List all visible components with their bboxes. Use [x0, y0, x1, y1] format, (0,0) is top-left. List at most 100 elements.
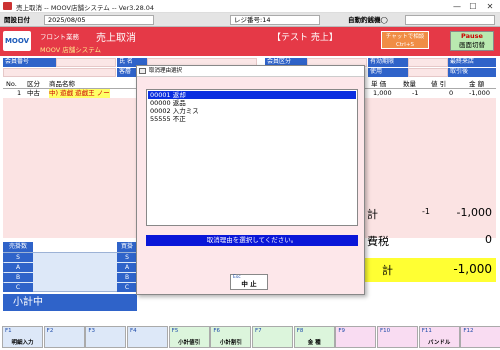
- function-key-f7[interactable]: F7: [252, 326, 294, 348]
- row-price: 1,000: [373, 89, 392, 97]
- reason-option[interactable]: 55555 不正: [148, 115, 356, 123]
- system-name: MOOV 店舗システム: [40, 46, 102, 54]
- row-discount: 0: [449, 89, 454, 97]
- function-key-f8[interactable]: F8 金 種: [293, 326, 335, 348]
- col-amount: 金 額: [469, 80, 485, 88]
- reason-code: 00001: [150, 91, 171, 99]
- subtotal-amount: -1,000: [456, 206, 492, 219]
- valid-until-field: [408, 58, 448, 67]
- reason-option[interactable]: 00001 返却: [148, 91, 356, 99]
- row-name: 中) 遊戯 遊戯王 ノー: [49, 89, 110, 98]
- function-key-f10[interactable]: F10: [377, 326, 419, 348]
- member-sub-field: [3, 68, 116, 77]
- rank-b-label: B: [3, 273, 33, 282]
- function-key-code: F12: [463, 328, 474, 334]
- info-blank-field: [405, 15, 495, 25]
- col-no: No.: [6, 80, 17, 88]
- function-key-f11[interactable]: F11 バンドル: [418, 326, 460, 348]
- buy-rank-s-label: S: [117, 253, 137, 262]
- function-key-code: F6: [213, 328, 221, 334]
- screen-title: 売上取消: [96, 33, 136, 44]
- open-date-label: 開設日付: [4, 16, 30, 24]
- close-button[interactable]: ✕: [483, 1, 497, 12]
- total-amount: -1,000: [453, 262, 492, 276]
- function-key-code: F1: [5, 328, 12, 334]
- reason-option[interactable]: 00000 返品: [148, 99, 356, 107]
- section-label: フロント業務: [40, 33, 79, 41]
- moov-logo: MOOV: [3, 31, 31, 51]
- function-key-label: バンドル: [428, 340, 451, 346]
- maximize-button[interactable]: ☐: [466, 1, 480, 12]
- function-key-f1[interactable]: F1 明細入力: [2, 326, 43, 348]
- member-no-field[interactable]: [56, 58, 116, 67]
- auto-change-machine: 自動釣銭機◯: [348, 16, 388, 24]
- function-key-label: 小計割引: [219, 340, 242, 346]
- subtotal-label: 計: [367, 208, 378, 221]
- col-name: 商品名称: [49, 80, 75, 88]
- function-key-f5[interactable]: F5 小計値引: [168, 326, 210, 348]
- reason-option[interactable]: 00002 入力ミス: [148, 107, 356, 115]
- function-key-f12[interactable]: F12: [460, 326, 500, 348]
- sell-count-label: 売掛数: [3, 242, 33, 252]
- function-key-f4[interactable]: F4: [127, 326, 168, 348]
- cancel-label: 中 止: [241, 280, 257, 288]
- buy-rank-b-label: B: [117, 273, 137, 282]
- function-key-code: F8: [296, 328, 304, 334]
- function-key-f2[interactable]: F2: [43, 326, 85, 348]
- dialog-title: 取消理由選択: [149, 68, 183, 74]
- buy-count-label: 買掛: [117, 242, 137, 252]
- function-key-code: F9: [338, 328, 346, 334]
- register-number: レジ番号:14: [230, 15, 320, 25]
- subtotal-qty: -1: [422, 207, 430, 216]
- col-qty: 数量: [403, 80, 416, 88]
- function-key-label: 金 種: [307, 340, 321, 346]
- tax-amount: 0: [485, 233, 492, 246]
- test-sales-badge: 【テスト 売上】: [272, 33, 338, 43]
- chat-button-label: チャットで相談: [385, 34, 425, 40]
- function-key-label: 明細入力: [11, 340, 34, 346]
- usage-field: [408, 68, 448, 77]
- rank-a-label: A: [3, 263, 33, 272]
- minimize-button[interactable]: —: [450, 1, 464, 12]
- reason-label: 返却: [172, 91, 186, 99]
- pause-button[interactable]: Pause 画面切替: [450, 31, 494, 51]
- info-bar: 開設日付 2025/08/05 レジ番号:14 自動釣銭機◯: [0, 13, 500, 27]
- dialog-message: 取消理由を選択してください。: [146, 235, 358, 246]
- col-discount: 値 引: [431, 80, 447, 88]
- dialog-window-icon: [139, 68, 146, 74]
- function-key-code: F2: [46, 328, 54, 334]
- buy-rank-a-label: A: [117, 263, 137, 272]
- cancel-key-label: Esc: [233, 275, 241, 280]
- function-key-code: F3: [88, 328, 95, 334]
- subtotal-mid-label: 小計中: [3, 294, 137, 311]
- member-no-label: 会員番号: [3, 58, 56, 67]
- open-date-value: 2025/08/05: [44, 15, 154, 25]
- function-key-f3[interactable]: F3: [85, 326, 127, 348]
- col-price: 単 価: [371, 80, 387, 88]
- chat-consult-button[interactable]: チャットで相談 Ctrl+S: [381, 31, 429, 49]
- function-key-code: F11: [421, 328, 432, 334]
- function-key-code: F10: [380, 328, 391, 334]
- row-kubun: 中古: [27, 89, 40, 97]
- dialog-title-bar: 取消理由選択: [137, 66, 364, 77]
- row-no: 1: [17, 89, 22, 97]
- valid-until-label: 有効期限: [368, 58, 408, 67]
- buy-rank-c-label: C: [117, 283, 137, 292]
- function-key-f6[interactable]: F6 小計割引: [210, 326, 252, 348]
- total-label: 計: [382, 264, 393, 277]
- reason-code: 00002: [150, 107, 171, 115]
- col-kubun: 区分: [27, 80, 40, 88]
- usage-label: 使用: [368, 68, 408, 77]
- function-key-code: F4: [130, 328, 137, 334]
- reason-list[interactable]: 00001 返却 00000 返品 00002 入力ミス 55555 不正: [146, 89, 358, 226]
- reason-label: 不正: [172, 115, 186, 123]
- rank-s-label: S: [3, 253, 33, 262]
- function-key-f9[interactable]: F9: [335, 326, 377, 348]
- cancel-button[interactable]: Esc 中 止: [230, 274, 268, 290]
- purchase-label: 取引後: [448, 68, 496, 77]
- rank-c-label: C: [3, 283, 33, 292]
- app-icon: [3, 2, 12, 10]
- reason-code: 00000: [150, 99, 171, 107]
- window-title: 売上取消 -- MOOV店舗システム -- Ver3.28.04: [16, 4, 155, 12]
- function-key-label: 小計値引: [178, 340, 201, 346]
